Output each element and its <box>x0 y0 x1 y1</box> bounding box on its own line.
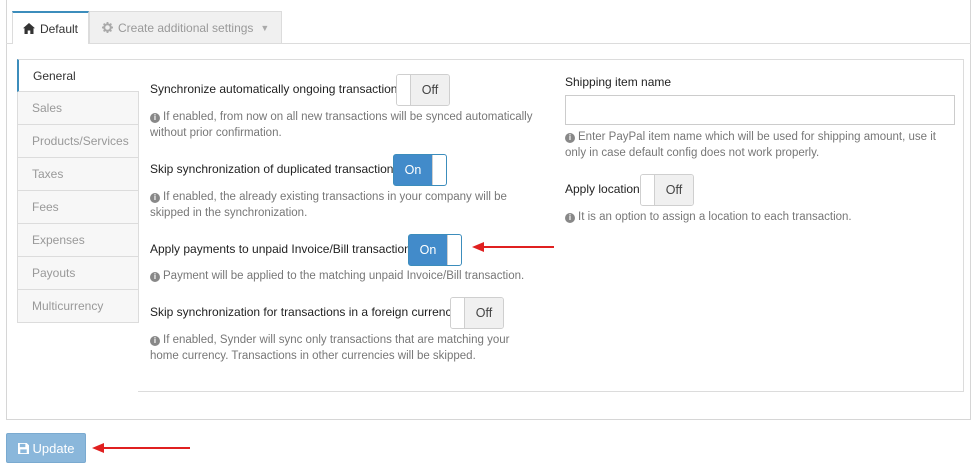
sidebar-item-taxes[interactable]: Taxes <box>17 158 139 191</box>
skip-duplicates-help: i If enabled, the already existing transa… <box>150 189 530 221</box>
sidebar-item-label: Expenses <box>32 233 85 247</box>
sidebar-item-multicurrency[interactable]: Multicurrency <box>17 290 139 323</box>
caret-down-icon: ▼ <box>260 22 270 33</box>
toggle-state: Off <box>655 175 693 205</box>
apply-payments-label: Apply payments to unpaid Invoice/Bill tr… <box>150 242 417 256</box>
sidebar-item-label: Multicurrency <box>32 299 104 313</box>
sidebar-item-fees[interactable]: Fees <box>17 191 139 224</box>
apply-location-label: Apply location <box>565 182 640 196</box>
skip-duplicates-label: Skip synchronization of duplicated trans… <box>150 162 400 176</box>
sync-auto-help: i If enabled, from now on all new transac… <box>150 109 545 141</box>
info-icon: i <box>150 193 160 203</box>
info-icon: i <box>150 272 160 282</box>
sync-auto-toggle[interactable]: Off <box>396 74 450 106</box>
shipping-item-help: i Enter PayPal item name which will be us… <box>565 129 950 161</box>
sidebar-item-label: Fees <box>32 200 59 214</box>
apply-location-help-text: It is an option to assign a location to … <box>578 211 852 223</box>
sidebar-item-label: Taxes <box>32 167 64 181</box>
sidebar-item-label: General <box>33 68 76 83</box>
update-button[interactable]: Update <box>6 433 86 463</box>
info-icon: i <box>150 336 160 346</box>
skip-foreign-help-text: If enabled, Synder will sync only transa… <box>150 334 510 362</box>
info-icon: i <box>565 133 575 143</box>
tab-default[interactable]: Default <box>12 11 89 44</box>
apply-payments-help: i Payment will be applied to the matching… <box>150 268 550 284</box>
toggle-state: Off <box>465 298 503 328</box>
red-arrow-icon <box>472 242 554 252</box>
skip-duplicates-help-text: If enabled, the already existing transac… <box>150 191 507 219</box>
skip-duplicates-toggle[interactable]: On <box>393 154 447 186</box>
toggle-knob <box>447 235 461 265</box>
info-icon: i <box>150 113 160 123</box>
update-button-label: Update <box>32 440 75 456</box>
home-icon <box>23 22 36 36</box>
toggle-knob <box>451 298 465 328</box>
toggle-state: Off <box>411 75 449 105</box>
tabs-divider-right <box>282 43 971 44</box>
apply-location-toggle[interactable]: Off <box>640 174 694 206</box>
sync-auto-label: Synchronize automatically ongoing transa… <box>150 82 404 96</box>
toggle-state: On <box>394 155 432 185</box>
sidebar-item-sales[interactable]: Sales <box>17 92 139 125</box>
sidebar-item-label: Sales <box>32 101 63 115</box>
sidebar-item-expenses[interactable]: Expenses <box>17 224 139 257</box>
sidebar-item-products-services[interactable]: Products/Services <box>17 125 139 158</box>
info-icon: i <box>565 213 575 223</box>
toggle-knob <box>397 75 411 105</box>
tab-create-additional-settings[interactable]: Create additional settings ▼ <box>89 11 282 44</box>
tab-default-label: Default <box>39 21 78 36</box>
tabs-divider <box>6 43 12 44</box>
sidebar-item-label: Products/Services <box>32 134 129 148</box>
apply-payments-help-text: Payment will be applied to the matching … <box>163 270 525 282</box>
toggle-state: On <box>409 235 447 265</box>
shipping-item-input[interactable] <box>565 95 955 125</box>
apply-payments-toggle[interactable]: On <box>408 234 462 266</box>
apply-location-help: i It is an option to assign a location to… <box>565 209 950 225</box>
sidebar-item-general[interactable]: General <box>17 59 139 92</box>
toggle-knob <box>641 175 655 205</box>
skip-foreign-toggle[interactable]: Off <box>450 297 504 329</box>
gear-icon <box>100 21 114 35</box>
sidebar-item-label: Payouts <box>32 266 76 280</box>
sync-auto-help-text: If enabled, from now on all new transact… <box>150 111 533 139</box>
shipping-item-help-text: Enter PayPal item name which will be use… <box>565 131 936 159</box>
shipping-item-label: Shipping item name <box>565 75 672 89</box>
sidebar-item-payouts[interactable]: Payouts <box>17 257 139 290</box>
skip-foreign-help: i If enabled, Synder will sync only trans… <box>150 332 530 364</box>
toggle-knob <box>432 155 446 185</box>
skip-foreign-label: Skip synchronization for transactions in… <box>150 305 460 319</box>
tab-create-additional-label: Create additional settings <box>118 20 254 35</box>
settings-sidebar: General Sales Products/Services Taxes Fe… <box>17 59 139 323</box>
red-arrow-icon <box>92 443 190 453</box>
save-icon <box>17 442 29 454</box>
